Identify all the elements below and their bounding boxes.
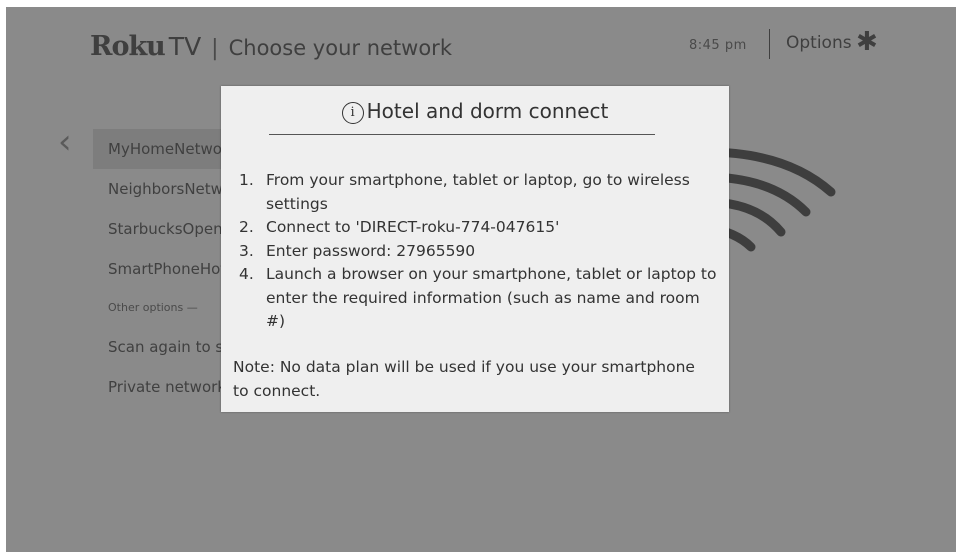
step-item: 2. Connect to 'DIRECT-roku-774-047615' (239, 216, 719, 240)
dialog-title-text: Hotel and dorm connect (366, 99, 609, 123)
step-text: Connect to 'DIRECT-roku-774-047615' (266, 218, 560, 236)
step-number: 4. (239, 265, 254, 283)
back-chevron-icon[interactable]: ‹ (58, 125, 72, 159)
step-number: 3. (239, 241, 254, 260)
dialog-title-divider (269, 134, 655, 135)
header-divider (769, 29, 770, 59)
roku-tv-logo: Roku TV | Choose your network (90, 31, 452, 62)
step-text: Launch a browser on your smartphone, tab… (266, 265, 717, 330)
step-item: 1. From your smartphone, tablet or laptop… (239, 169, 719, 216)
page-title: Choose your network (228, 36, 452, 60)
tv-screen: Roku TV | Choose your network 8:45 pm Op… (6, 7, 956, 552)
logo-roku: Roku (90, 31, 166, 62)
step-item: 3. Enter password: 27965590 (239, 240, 719, 264)
dialog-title: i Hotel and dorm connect (221, 99, 729, 124)
dialog-note: Note: No data plan will be used if you u… (233, 358, 695, 400)
step-text: Enter password: 27965590 (266, 241, 476, 260)
title-separator: | (211, 36, 219, 61)
step-number: 1. (239, 171, 254, 189)
options-star-icon[interactable]: ✱ (856, 29, 878, 55)
info-icon: i (341, 102, 364, 124)
hotel-dorm-connect-dialog: i Hotel and dorm connect 1. From your smar… (221, 86, 729, 412)
options-label: Options (786, 33, 852, 53)
step-text: From your smartphone, tablet or laptop, … (266, 171, 690, 213)
clock: 8:45 pm (689, 38, 747, 53)
step-item: 4. Launch a browser on your smartphone, t… (239, 263, 719, 334)
logo-tv: TV (168, 32, 202, 61)
step-number: 2. (239, 218, 254, 236)
instruction-steps: 1. From your smartphone, tablet or laptop… (239, 169, 719, 334)
